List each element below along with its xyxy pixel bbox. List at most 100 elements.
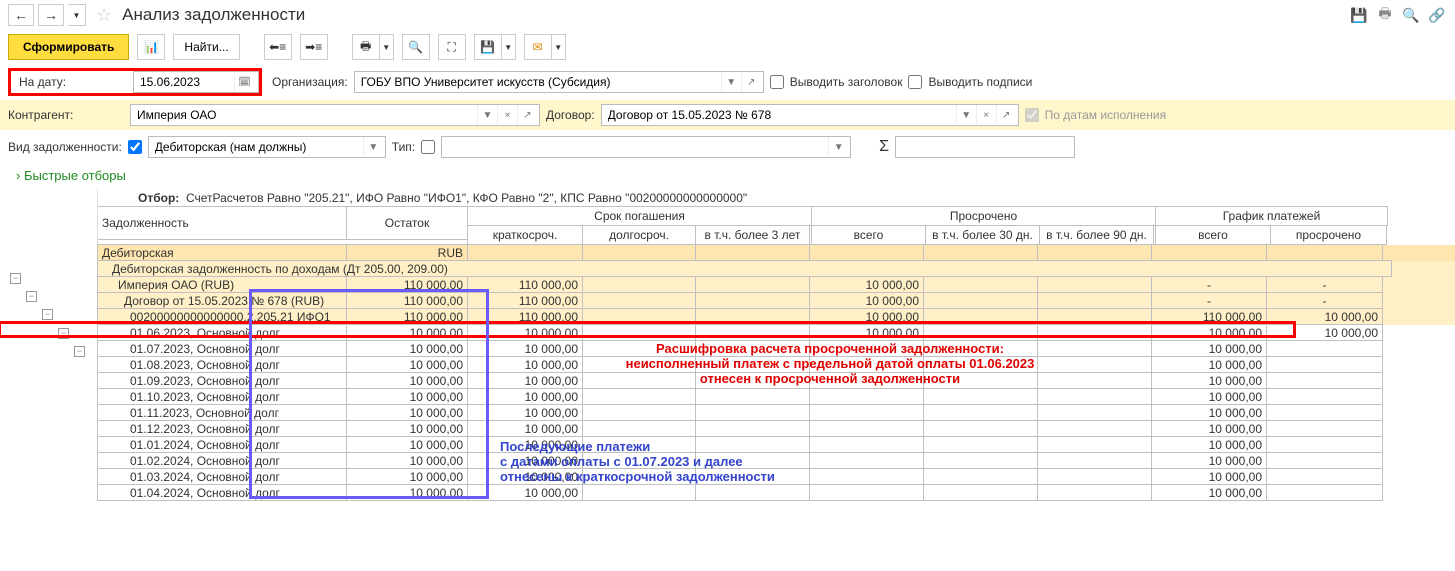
debt-kind-checkbox[interactable] [128,140,142,154]
table-cell: 10 000,00 [1151,452,1267,469]
type-label: Тип: [392,140,415,154]
table-row[interactable]: 01.10.2023, Основной долг10 000,0010 000… [98,389,1455,405]
table-cell: - [1151,292,1267,309]
mail-button[interactable]: ✉ [524,34,552,60]
report-filter-line: Отбор: СчетРасчетов Равно "205.21", ИФО … [98,189,1455,207]
org-dropdown-icon[interactable]: ▼ [721,72,741,92]
contragent-open-icon[interactable]: ↗ [517,105,537,125]
print-icon[interactable]: 🖶 [1375,5,1395,25]
table-row[interactable]: 01.02.2024, Основной долг10 000,0010 000… [98,453,1455,469]
calendar-icon[interactable]: 🗓 [234,72,254,92]
col-dl: долгосроч. [582,225,696,245]
sum-input[interactable] [896,137,1072,157]
table-cell: 01.01.2024, Основной долг [97,436,347,453]
table-row[interactable]: 00200000000000000.2.205.21 ИФО1110 000,0… [98,309,1455,325]
disk-save-dropdown[interactable]: ▼ [502,34,516,60]
print-button[interactable]: 🖶 [352,34,380,60]
forward-button[interactable]: → [38,4,64,26]
table-cell: 110 000,00 [346,308,468,325]
contract-open-icon[interactable]: ↗ [996,105,1016,125]
settings-button[interactable]: 📊 [137,34,165,60]
contragent-dropdown-icon[interactable]: ▼ [477,105,497,125]
table-cell: - [1266,292,1383,309]
type-checkbox[interactable] [421,140,435,154]
preview-button[interactable]: 🔍 [402,34,430,60]
quick-filters-toggle[interactable]: Быстрые отборы [0,162,1455,189]
table-cell: 10 000,00 [346,324,468,341]
tree-toggle[interactable]: − [42,309,53,320]
table-cell: 10 000,00 [467,484,583,501]
table-cell [695,308,810,325]
favorite-icon[interactable]: ☆ [96,5,112,26]
save-icon[interactable]: 💾 [1349,5,1369,25]
show-header-checkbox[interactable] [770,75,784,89]
table-cell [582,388,696,405]
contract-input[interactable] [602,105,956,125]
table-cell: 10 000,00 [346,436,468,453]
debt-kind-label: Вид задолженности: [8,140,122,154]
table-row[interactable]: 01.11.2023, Основной долг10 000,0010 000… [98,405,1455,421]
table-row[interactable]: 01.03.2024, Основной долг10 000,0010 000… [98,469,1455,485]
tree-toggle[interactable]: − [10,273,21,284]
org-input[interactable] [355,72,721,92]
form-button[interactable]: Сформировать [8,34,129,60]
search-app-icon[interactable]: 🔍 [1401,5,1421,25]
table-cell [809,484,924,501]
table-cell [1266,436,1383,453]
col-3l: в т.ч. более 3 лет [695,225,810,245]
table-cell: 10 000,00 [809,276,924,293]
contract-clear-icon[interactable]: × [976,105,996,125]
table-cell: - [1151,276,1267,293]
contragent-row: Контрагент: ▼ × ↗ Договор: ▼ × ↗ По дата… [0,100,1455,130]
table-row[interactable]: Империя ОАО (RUB)110 000,00110 000,0010 … [98,277,1455,293]
contract-dropdown-icon[interactable]: ▼ [956,105,976,125]
table-cell: 110 000,00 [1151,308,1267,325]
find-button[interactable]: Найти... [173,34,239,60]
table-cell: 10 000,00 [346,484,468,501]
mail-dropdown[interactable]: ▼ [552,34,566,60]
table-cell [582,292,696,309]
table-cell [1037,324,1152,341]
table-row[interactable]: Дебиторская задолженность по доходам (Дт… [98,261,1455,277]
expand-groups-button[interactable]: ➡≡ [300,34,328,60]
table-cell [695,484,810,501]
print-dropdown[interactable]: ▼ [380,34,394,60]
table-cell [1266,404,1383,421]
type-dropdown-icon[interactable]: ▼ [828,137,848,157]
table-cell: 110 000,00 [467,308,583,325]
table-row[interactable]: ДебиторскаяRUB [98,245,1455,261]
table-cell [923,308,1038,325]
nav-history-dropdown[interactable]: ▼ [68,4,86,26]
table-cell: 110 000,00 [467,276,583,293]
table-row[interactable]: 01.01.2024, Основной долг10 000,0010 000… [98,437,1455,453]
table-cell [923,388,1038,405]
disk-save-button[interactable]: 💾 [474,34,502,60]
table-row[interactable]: 01.04.2024, Основной долг10 000,0010 000… [98,485,1455,501]
by-dates-label: По датам исполнения [1045,108,1166,122]
table-cell: 00200000000000000.2.205.21 ИФО1 [97,308,347,325]
contragent-clear-icon[interactable]: × [497,105,517,125]
contragent-input[interactable] [131,105,477,125]
note-blue: Последующие платежи с датами оплаты с 01… [500,439,775,484]
debt-kind-dropdown-icon[interactable]: ▼ [363,137,383,157]
tree-toggle[interactable]: − [58,328,69,339]
org-open-icon[interactable]: ↗ [741,72,761,92]
attach-icon[interactable]: 🔗 [1427,5,1447,25]
org-label: Организация: [272,75,348,89]
table-row[interactable]: 01.12.2023, Основной долг10 000,0010 000… [98,421,1455,437]
collapse-groups-button[interactable]: ⬅≡ [264,34,292,60]
date-input[interactable] [134,72,234,92]
fullscreen-button[interactable]: ⛶ [438,34,466,60]
table-cell [582,324,696,341]
table-cell: Дебиторская задолженность по доходам (Дт… [97,260,1392,277]
table-row[interactable]: Договор от 15.05.2023 № 678 (RUB)110 000… [98,293,1455,309]
tree-toggle[interactable]: − [74,346,85,357]
table-cell: 01.04.2024, Основной долг [97,484,347,501]
table-row[interactable]: 01.06.2023, Основной долг10 000,0010 000… [98,325,1455,341]
tree-toggle[interactable]: − [26,291,37,302]
debt-kind-input[interactable] [149,137,363,157]
back-button[interactable]: ← [8,4,34,26]
type-input[interactable] [442,137,828,157]
table-cell: 10 000,00 [809,292,924,309]
show-sign-checkbox[interactable] [908,75,922,89]
